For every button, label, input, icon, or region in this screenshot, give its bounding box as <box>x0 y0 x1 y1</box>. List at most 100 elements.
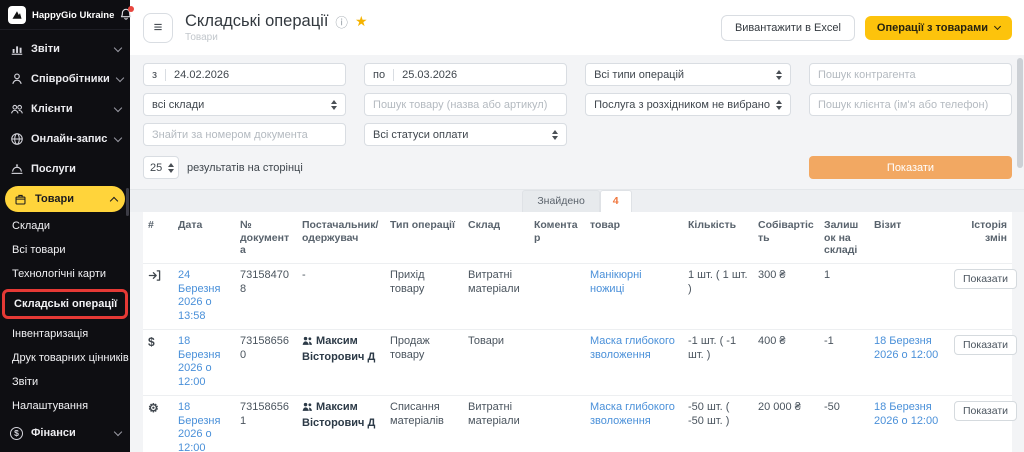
product-link[interactable]: Маска глибокого зволоження <box>590 401 675 427</box>
product-search-input[interactable] <box>373 98 559 111</box>
sidebar-subitem-reports[interactable]: Звіти <box>0 370 130 394</box>
product-search-field[interactable] <box>364 93 568 116</box>
sale-dollar-icon: $ <box>148 334 155 349</box>
product-link[interactable]: Маска глибокого зволоження <box>590 335 675 361</box>
client-search-input[interactable] <box>817 98 1003 111</box>
cell-comment <box>529 328 585 396</box>
notifications-bell-icon[interactable] <box>120 6 135 22</box>
warehouse-select[interactable]: всі склади <box>143 93 347 116</box>
history-show-button[interactable]: Показати <box>954 334 1018 355</box>
consumable-service-select[interactable]: Послуга з розхідником не вибрано <box>585 93 791 116</box>
operation-type-select[interactable]: Всі типи операцій <box>585 63 791 86</box>
select-arrows-icon <box>775 99 782 110</box>
show-button[interactable]: Показати <box>809 156 1012 179</box>
counterparty-search-input[interactable] <box>817 68 1003 81</box>
visit-link[interactable]: 18 Березня 2026 о 12:00 <box>874 401 938 427</box>
chevron-down-icon <box>113 43 123 52</box>
document-number-field[interactable] <box>143 123 347 146</box>
finance-icon: $ <box>9 426 24 441</box>
cell-comment <box>529 262 585 330</box>
sidebar-scrollbar[interactable] <box>126 188 129 216</box>
client-group-icon <box>302 402 313 417</box>
export-excel-button[interactable]: Вивантажити в Excel <box>720 14 855 41</box>
favorite-star-icon[interactable]: ★ <box>355 13 368 30</box>
sidebar-item-products[interactable]: Товари <box>5 186 125 212</box>
main-content: ≡ Складські операції ⓘ ★ Товари Вивантаж… <box>130 0 1024 452</box>
filters-panel: з 24.02.2026 по 25.03.2026 Всі типи опер… <box>130 55 1024 146</box>
cell-warehouse: Витратні матеріали <box>463 262 529 330</box>
cell-doc-number: 731584708 <box>235 262 297 330</box>
sidebar-subitem-inventory[interactable]: Інвентаризація <box>0 322 130 346</box>
visit-link[interactable]: 18 Березня 2026 о 12:00 <box>874 335 938 361</box>
sidebar-item-label: Онлайн-запис <box>31 133 108 145</box>
breadcrumb: Товари <box>185 32 218 43</box>
chevron-down-icon <box>113 427 123 436</box>
cell-stock-balance: 1 <box>819 262 869 330</box>
sidebar-menu: Звіти Співробітники Клієнти Онлайн-запис… <box>0 30 130 452</box>
col-header-num: # <box>148 219 154 231</box>
operation-date-link[interactable]: 18 Березня 2026 о 12:00 <box>178 335 220 388</box>
history-show-button[interactable]: Показати <box>954 400 1018 421</box>
tab-found[interactable]: Знайдено <box>522 190 600 212</box>
col-header-date: Дата <box>178 219 203 231</box>
cell-operation-type: Прихід товару <box>385 262 463 330</box>
receipt-icon <box>148 269 161 285</box>
date-to-value: 25.03.2026 <box>402 68 458 81</box>
box-icon <box>13 192 28 207</box>
results-controls: 25 результатів на сторінці Показати <box>130 146 1024 179</box>
table-row: 24 Березня 2026 о 13:58 731584708 - Прих… <box>143 262 1018 330</box>
col-header-doc: № документа <box>240 219 290 257</box>
sidebar-item-reports[interactable]: Звіти <box>0 34 130 64</box>
cell-warehouse: Витратні матеріали <box>463 394 529 452</box>
sidebar-item-clients[interactable]: Клієнти <box>0 94 130 124</box>
date-to-prefix: по <box>373 68 395 81</box>
page-scrollbar[interactable] <box>1017 58 1023 168</box>
app-logo[interactable] <box>8 6 26 24</box>
product-link[interactable]: Манікюрні ножиці <box>590 269 642 295</box>
sidebar-subitem-warehouses[interactable]: Склади <box>0 214 130 238</box>
sidebar-item-finances[interactable]: $ Фінанси <box>0 418 130 448</box>
cell-cost: 20 000 ₴ <box>753 394 819 452</box>
col-header-product: товар <box>590 219 620 231</box>
sidebar-item-employees[interactable]: Співробітники <box>0 64 130 94</box>
cell-operation-type: Продаж товару <box>385 328 463 396</box>
tab-found-count[interactable]: 4 <box>599 190 632 212</box>
page-header: ≡ Складські операції ⓘ ★ Товари Вивантаж… <box>130 0 1024 55</box>
counterparty-search-field[interactable] <box>808 63 1012 86</box>
date-to-field[interactable]: по 25.03.2026 <box>364 63 568 86</box>
operation-type-value: Всі типи операцій <box>594 68 685 81</box>
history-show-button[interactable]: Показати <box>954 268 1018 289</box>
select-arrows-icon <box>775 69 782 80</box>
sidebar-subitem-settings[interactable]: Налаштування <box>0 394 130 418</box>
date-from-field[interactable]: з 24.02.2026 <box>143 63 347 86</box>
tabs-bar: Знайдено 4 <box>130 189 1024 212</box>
col-header-warehouse: Склад <box>468 219 501 231</box>
menu-toggle-button[interactable]: ≡ <box>143 12 173 43</box>
sidebar-item-online-booking[interactable]: Онлайн-запис <box>0 124 130 154</box>
document-number-input[interactable] <box>152 128 338 141</box>
sidebar-item-services[interactable]: Послуги <box>0 154 130 184</box>
operations-table: # Дата № документа Постачальник/одержува… <box>143 212 1018 452</box>
sidebar-subitem-price-tags[interactable]: Друк товарних цінників <box>0 346 130 370</box>
sidebar-item-label: Звіти <box>31 43 60 55</box>
sidebar-subitem-all-products[interactable]: Всі товари <box>0 238 130 262</box>
payment-status-value: Всі статуси оплати <box>373 128 469 141</box>
product-operations-button[interactable]: Операції з товарами <box>864 15 1012 40</box>
table-header-row: # Дата № документа Постачальник/одержува… <box>143 212 1012 263</box>
sidebar-subitem-warehouse-operations[interactable]: Складські операції <box>2 289 128 319</box>
cell-comment <box>529 394 585 452</box>
per-page-select[interactable]: 25 <box>143 156 179 179</box>
per-page-value: 25 <box>150 161 162 174</box>
client-search-field[interactable] <box>808 93 1012 116</box>
service-bell-icon <box>9 162 24 177</box>
payment-status-select[interactable]: Всі статуси оплати <box>364 123 568 146</box>
info-icon[interactable]: ⓘ <box>335 12 348 31</box>
chevron-down-icon <box>115 73 125 82</box>
cell-quantity: -1 шт. ( -1 шт. ) <box>683 328 753 396</box>
table-row: ⚙ 18 Березня 2026 о 12:00 731586561 Макс… <box>143 394 1018 452</box>
operation-date-link[interactable]: 24 Березня 2026 о 13:58 <box>178 269 220 322</box>
sidebar-subitem-tech-cards[interactable]: Технологічні карти <box>0 262 130 286</box>
per-page-label: результатів на сторінці <box>187 161 303 174</box>
operation-date-link[interactable]: 18 Березня 2026 о 12:00 <box>178 401 220 452</box>
client-group-icon <box>302 336 313 351</box>
